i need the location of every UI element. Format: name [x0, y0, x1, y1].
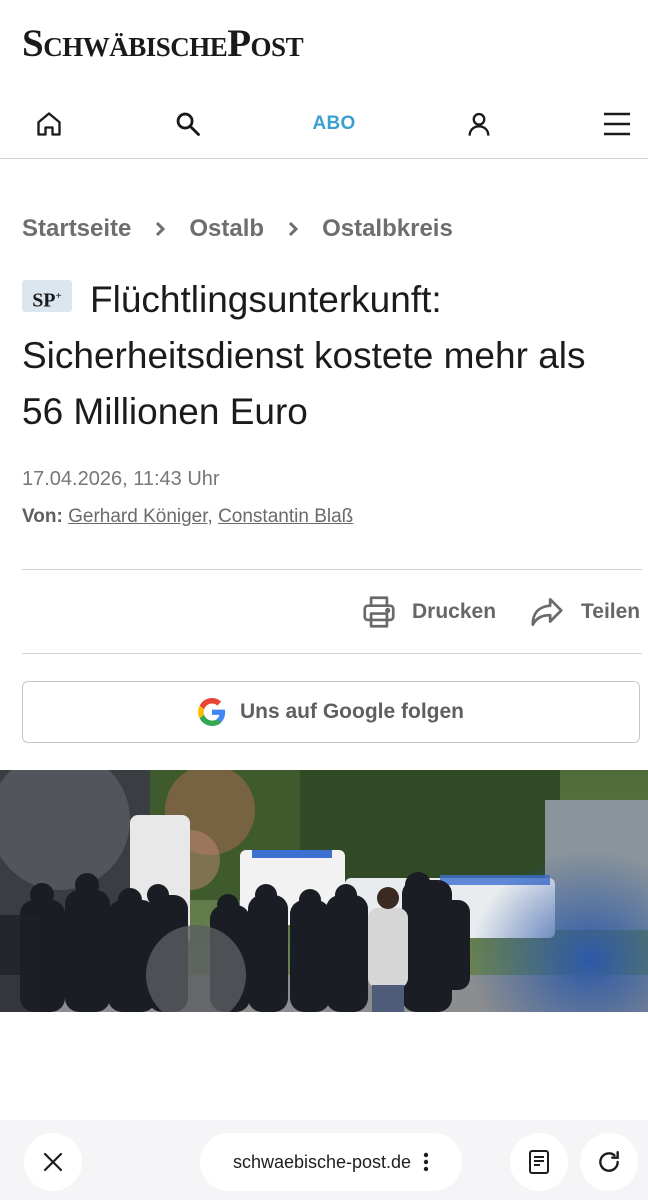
sp-badge-plus: +	[55, 290, 62, 303]
hamburger-menu-icon	[604, 112, 630, 136]
search-button[interactable]	[165, 100, 211, 148]
menu-button[interactable]	[594, 100, 640, 148]
site-logo[interactable]: SchwäbischePost	[22, 22, 304, 66]
article-photo[interactable]	[0, 770, 648, 1012]
reload-button[interactable]	[580, 1133, 638, 1191]
divider	[22, 569, 642, 570]
reader-mode-button[interactable]	[510, 1133, 568, 1191]
breadcrumb-item-startseite[interactable]: Startseite	[22, 215, 131, 243]
google-follow-label: Uns auf Google folgen	[240, 700, 464, 723]
sp-badge-text: SP	[32, 289, 56, 312]
abo-link[interactable]: ABO	[300, 100, 368, 148]
sp-plus-badge: SP+	[22, 280, 72, 313]
photo-illustration	[0, 770, 648, 1012]
breadcrumb-item-ostalb[interactable]: Ostalb	[189, 215, 264, 243]
chevron-right-icon	[289, 221, 299, 237]
breadcrumb: Startseite Ostalb Ostalbkreis	[22, 212, 453, 246]
account-button[interactable]	[456, 100, 502, 148]
close-icon	[43, 1152, 63, 1172]
article-authors: Von: Gerhard Königer, Constantin Blaß	[22, 506, 353, 528]
home-button[interactable]	[26, 100, 72, 148]
browser-toolbar: schwaebische-post.de	[0, 1120, 648, 1200]
chevron-right-icon	[156, 221, 166, 237]
printer-icon	[363, 596, 395, 628]
url-text: schwaebische-post.de	[232, 1151, 412, 1172]
home-icon	[37, 112, 61, 136]
divider	[22, 653, 642, 654]
google-follow-button[interactable]: Uns auf Google folgen	[22, 681, 640, 743]
print-button[interactable]: Drucken	[360, 588, 496, 636]
print-label: Drucken	[412, 600, 497, 623]
reload-icon	[599, 1151, 619, 1172]
authors-label: Von:	[22, 506, 63, 527]
author-link[interactable]: Gerhard Königer	[68, 506, 207, 527]
share-arrow-icon	[531, 597, 563, 627]
reader-icon	[529, 1150, 549, 1174]
article-date: 17.04.2026, 11:43 Uhr	[22, 468, 220, 490]
breadcrumb-item-ostalbkreis[interactable]: Ostalbkreis	[322, 215, 453, 243]
search-icon	[176, 112, 200, 136]
user-icon	[468, 112, 490, 136]
close-tab-button[interactable]	[24, 1133, 82, 1191]
url-bar[interactable]: schwaebische-post.de	[200, 1133, 462, 1191]
author-link[interactable]: Constantin Blaß	[218, 506, 353, 527]
article-title: Flüchtlingsunterkunft: Sicherheitsdienst…	[22, 279, 586, 432]
author-separator: ,	[207, 506, 213, 527]
share-label: Teilen	[581, 600, 641, 623]
google-logo-icon	[198, 698, 226, 726]
article-title-block: SP+ Flüchtlingsunterkunft: Sicherheitsdie…	[22, 272, 632, 440]
more-vertical-icon[interactable]	[423, 1152, 429, 1172]
share-button[interactable]: Teilen	[527, 588, 640, 636]
top-navigation: ABO	[0, 92, 648, 159]
